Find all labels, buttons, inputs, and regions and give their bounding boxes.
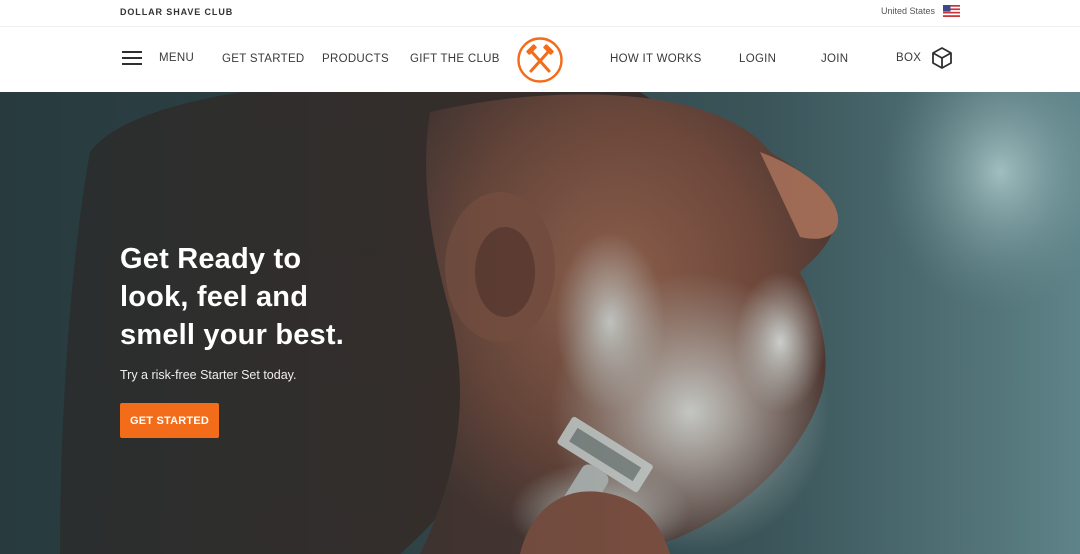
nav-login[interactable]: LOGIN	[739, 53, 776, 65]
hero-banner: Get Ready to look, feel and smell your b…	[0, 92, 1080, 554]
region-label: United States	[880, 6, 935, 16]
us-flag-icon	[943, 5, 960, 17]
hero-headline-line: look, feel and	[120, 281, 309, 313]
menu-label: MENU	[159, 52, 195, 64]
crossed-hammers-logo[interactable]	[516, 36, 564, 84]
nav-how-it-works[interactable]: HOW IT WORKS	[610, 53, 702, 65]
nav-get-started[interactable]: GET STARTED	[222, 53, 305, 65]
menu-button[interactable]: MENU	[122, 50, 194, 66]
hero-headline-line: Get Ready to	[120, 243, 302, 275]
get-started-button[interactable]: GET STARTED	[120, 403, 219, 438]
cube-box-icon	[932, 47, 953, 69]
hero-subtext: Try a risk-free Starter Set today.	[120, 368, 297, 382]
hero-headline-line: smell your best.	[120, 319, 344, 351]
box-button[interactable]: BOX	[896, 46, 953, 70]
nav-join[interactable]: JOIN	[821, 53, 848, 65]
utility-bar: DOLLAR SHAVE CLUB United States	[0, 0, 1080, 27]
region-selector[interactable]: United States	[881, 5, 960, 17]
brand-wordmark[interactable]: DOLLAR SHAVE CLUB	[120, 7, 233, 17]
hamburger-icon	[122, 51, 142, 65]
nav-gift-the-club[interactable]: GIFT THE CLUB	[410, 53, 500, 65]
hero-headline: Get Ready to look, feel and smell your b…	[120, 240, 344, 354]
nav-products[interactable]: PRODUCTS	[322, 53, 389, 65]
main-nav: MENU GET STARTED PRODUCTS GIFT THE CLUB …	[0, 27, 1080, 92]
box-label: BOX	[896, 52, 922, 64]
